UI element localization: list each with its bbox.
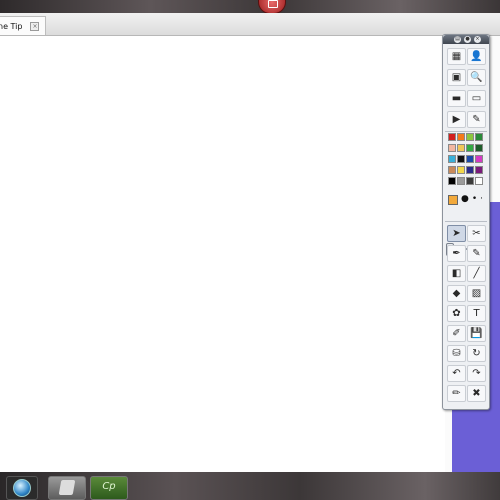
- eraser-tool-icon: ◧: [451, 268, 462, 279]
- fill-button[interactable]: ▨: [467, 285, 486, 302]
- screen-shade-icon: ▬: [451, 93, 462, 104]
- toolbar-divider: [445, 221, 487, 222]
- tab-label: ne Tip: [0, 21, 23, 31]
- color-swatch[interactable]: [475, 155, 483, 163]
- spray-button[interactable]: ⛁: [447, 345, 466, 362]
- color-swatch[interactable]: [466, 155, 474, 163]
- image-icon: ▣: [451, 72, 462, 83]
- pencil-icon: ✏: [452, 388, 461, 399]
- tab-active[interactable]: ne Tip ×: [0, 16, 47, 35]
- eraser-tool-button[interactable]: ◧: [447, 265, 466, 282]
- highlighter-button[interactable]: ✎: [467, 245, 486, 262]
- text-button[interactable]: T: [467, 305, 486, 322]
- marker-icon: ✐: [452, 328, 461, 339]
- color-swatch[interactable]: [457, 177, 465, 185]
- pen-size-dot[interactable]: •: [472, 195, 477, 205]
- color-swatch[interactable]: [448, 177, 456, 185]
- play-button[interactable]: ▶: [447, 111, 466, 128]
- pen-size-dot[interactable]: ·: [480, 195, 483, 205]
- undo-icon: ↶: [452, 368, 461, 379]
- color-swatch[interactable]: [448, 166, 456, 174]
- toolbar-close-icon[interactable]: ×: [474, 36, 481, 43]
- color-swatch[interactable]: [475, 177, 483, 185]
- magnify-button[interactable]: 🔍: [467, 69, 486, 86]
- text-icon: T: [473, 308, 480, 319]
- pen-size-options: ● • ·: [448, 195, 483, 205]
- delete-button[interactable]: ✖: [467, 385, 486, 402]
- stamp-icon: ✿: [452, 308, 461, 319]
- magnify-icon: 🔍: [470, 72, 483, 83]
- image-button[interactable]: ▣: [447, 69, 466, 86]
- redo-icon: ↷: [472, 368, 481, 379]
- screen-shade-button[interactable]: ▬: [447, 90, 466, 107]
- color-swatch[interactable]: [457, 133, 465, 141]
- line-icon: ╱: [473, 268, 480, 279]
- annotation-toolbar: ▤ ● × ▦ 👤 ▣ 🔍 ▬ ▭ ▶ ✎ ● • · ➤ ✂ ✒ ✎ ◧ ╱ ◆ ▨ ✿ T ✐ 💾 ⛁ ↻ ↶ ↷ ✏ ✖: [442, 34, 490, 410]
- color-swatch[interactable]: [448, 155, 456, 163]
- refresh-button[interactable]: ↻: [467, 345, 486, 362]
- eraser-button[interactable]: ✎: [467, 111, 486, 128]
- color-swatch[interactable]: [448, 144, 456, 152]
- taskbar-captivate-app[interactable]: Cp: [90, 476, 128, 500]
- highlighter-icon: ✎: [472, 248, 481, 259]
- pen-size-dot[interactable]: ●: [461, 195, 469, 205]
- color-swatch[interactable]: [466, 144, 474, 152]
- desktop-icon: ▦: [451, 51, 462, 62]
- color-swatch[interactable]: [457, 166, 465, 174]
- blank-page-button[interactable]: ▭: [467, 90, 486, 107]
- toolbar-menu-icon[interactable]: ▤: [454, 36, 461, 43]
- color-swatch[interactable]: [466, 177, 474, 185]
- shape-button[interactable]: ◆: [447, 285, 466, 302]
- toolbar-minimize-icon[interactable]: ●: [464, 36, 471, 43]
- toolbar-header[interactable]: ▤ ● ×: [443, 35, 489, 44]
- blank-page-icon: ▭: [471, 93, 482, 104]
- undo-button[interactable]: ↶: [447, 365, 466, 382]
- delete-icon: ✖: [472, 388, 481, 399]
- crop-icon: ✂: [472, 228, 481, 239]
- crop-button[interactable]: ✂: [467, 225, 486, 242]
- eraser-icon: ✎: [472, 114, 481, 125]
- shape-icon: ◆: [452, 288, 461, 299]
- stamp-button[interactable]: ✿: [447, 305, 466, 322]
- user-button[interactable]: 👤: [467, 48, 486, 65]
- select-arrow-icon: ➤: [452, 228, 461, 239]
- pen-button[interactable]: ✒: [447, 245, 466, 262]
- taskbar-pen-app[interactable]: [48, 476, 86, 500]
- pencil-button[interactable]: ✏: [447, 385, 466, 402]
- color-swatch[interactable]: [448, 133, 456, 141]
- select-arrow-button[interactable]: ➤: [447, 225, 466, 242]
- color-swatch[interactable]: [457, 155, 465, 163]
- windows-orb-icon: [13, 479, 31, 497]
- color-swatch[interactable]: [475, 144, 483, 152]
- save-button[interactable]: 💾: [467, 325, 486, 342]
- pen-app-icon: [58, 480, 76, 495]
- line-button[interactable]: ╱: [467, 265, 486, 282]
- drawing-canvas[interactable]: [0, 36, 445, 472]
- color-swatch[interactable]: [475, 133, 483, 141]
- desktop-button[interactable]: ▦: [447, 48, 466, 65]
- current-color-swatch[interactable]: [448, 195, 458, 205]
- refresh-icon: ↻: [472, 348, 481, 359]
- play-icon: ▶: [452, 114, 461, 125]
- pen-icon: ✒: [452, 248, 461, 259]
- captivate-label: Cp: [102, 481, 116, 492]
- user-icon: 👤: [470, 51, 483, 62]
- color-swatch[interactable]: [475, 166, 483, 174]
- toolbar-divider: [445, 131, 487, 132]
- marker-button[interactable]: ✐: [447, 325, 466, 342]
- color-swatch[interactable]: [466, 166, 474, 174]
- close-icon[interactable]: ×: [30, 21, 40, 31]
- start-button[interactable]: [6, 476, 38, 500]
- desktop-wallpaper-top: [0, 0, 500, 13]
- tab-bar: ne Tip ×: [0, 13, 500, 36]
- spray-icon: ⛁: [452, 348, 461, 359]
- color-swatch[interactable]: [457, 144, 465, 152]
- color-swatch[interactable]: [466, 133, 474, 141]
- fill-icon: ▨: [471, 288, 482, 299]
- redo-button[interactable]: ↷: [467, 365, 486, 382]
- save-icon: 💾: [470, 328, 483, 339]
